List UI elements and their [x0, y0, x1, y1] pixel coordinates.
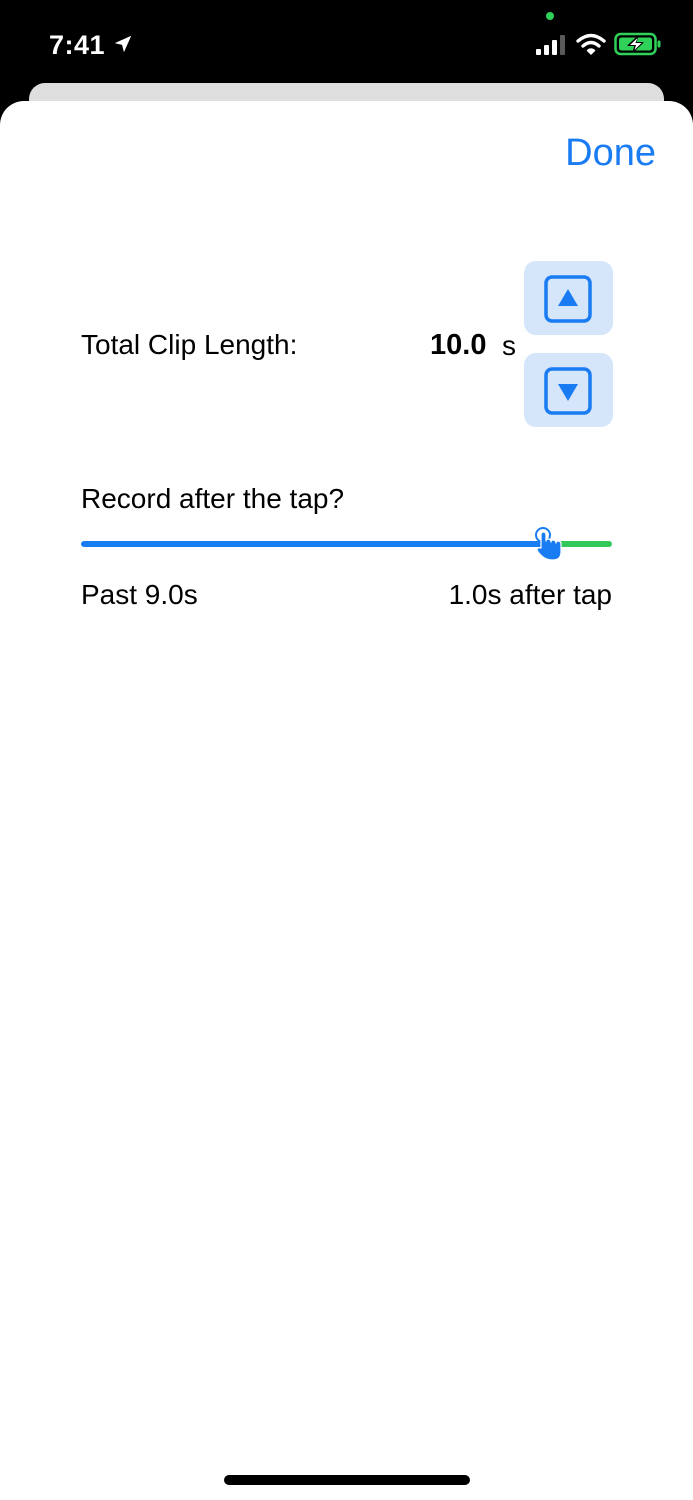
slider-track-minimum	[81, 541, 546, 547]
wifi-icon	[576, 33, 606, 55]
triangle-down-icon	[544, 367, 592, 415]
slider-thumb-hand-icon[interactable]	[534, 526, 568, 562]
status-bar: 7:41	[0, 0, 693, 90]
record-after-tap-label: Record after the tap?	[81, 483, 345, 514]
triangle-up-icon	[544, 275, 592, 323]
increase-clip-length-button[interactable]	[524, 261, 613, 335]
slider-max-label: 1.0s after tap	[448, 579, 612, 610]
cellular-signal-icon	[536, 35, 565, 55]
battery-charging-icon	[614, 32, 661, 56]
clip-length-unit: s	[502, 330, 516, 361]
clip-length-label: Total Clip Length:	[81, 329, 298, 360]
mic-indicator-dot	[546, 12, 554, 20]
decrease-clip-length-button[interactable]	[524, 353, 613, 427]
location-arrow-icon	[114, 35, 132, 53]
status-time: 7:41	[49, 30, 106, 60]
home-indicator	[224, 1475, 470, 1485]
record-after-tap-slider[interactable]	[81, 526, 612, 562]
clip-settings-sheet: Done Total Clip Length: 10.0 s Record af…	[0, 101, 693, 1500]
done-button[interactable]: Done	[565, 129, 656, 177]
slider-min-label: Past 9.0s	[81, 579, 198, 610]
clip-length-value: 10.0	[430, 329, 487, 361]
